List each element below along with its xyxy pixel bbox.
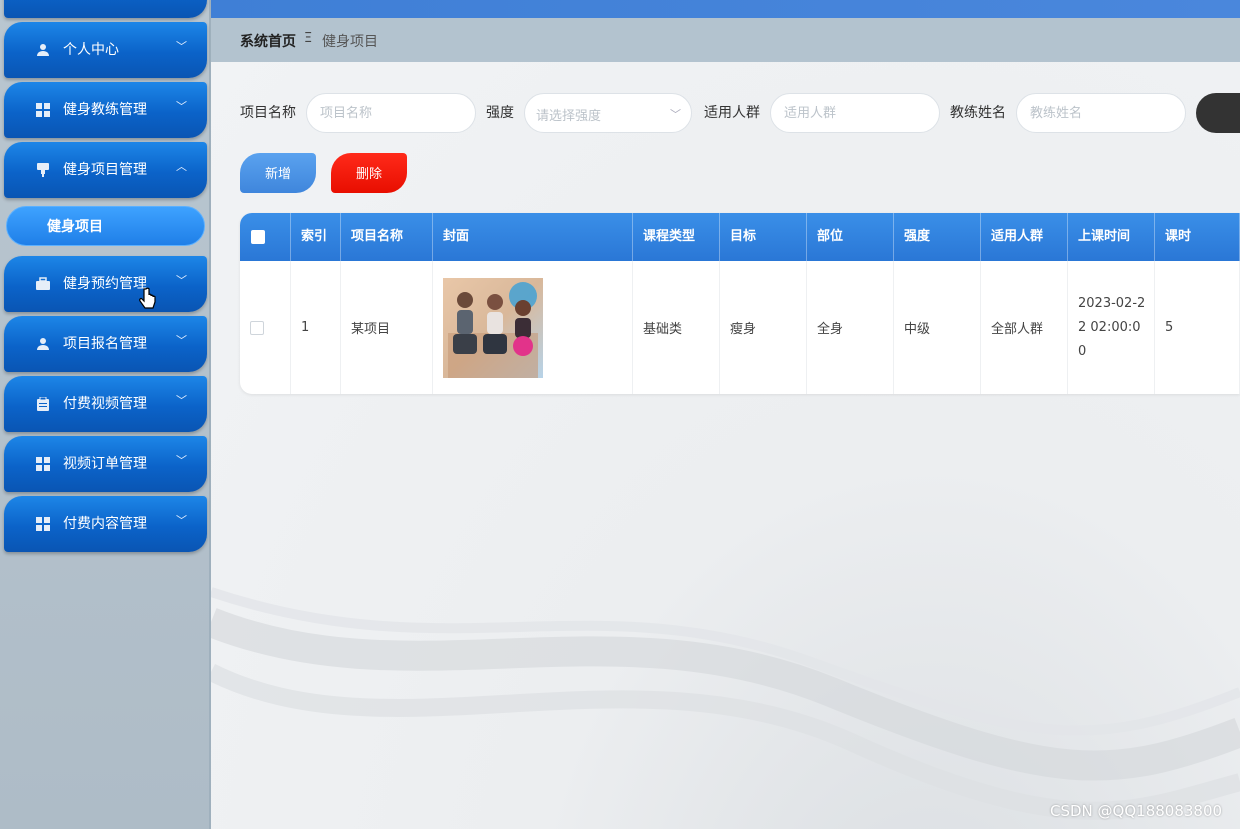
sidebar-item-label: 个人中心 bbox=[63, 42, 119, 58]
cell-project-name: 某项目 bbox=[341, 261, 433, 394]
select-all-checkbox[interactable] bbox=[251, 230, 265, 244]
cell-cover bbox=[433, 261, 633, 394]
podium-icon bbox=[35, 162, 51, 178]
sidebar-item-label: 健身项目管理 bbox=[63, 162, 147, 178]
breadcrumb-separator-icon: Ξ bbox=[304, 31, 313, 46]
briefcase-icon bbox=[35, 276, 51, 292]
header-goal: 目标 bbox=[720, 213, 807, 261]
chevron-down-icon: ﹀ bbox=[176, 514, 187, 527]
grid-icon bbox=[35, 456, 51, 472]
background-wave-decoration bbox=[211, 587, 1240, 820]
chevron-down-icon: ﹀ bbox=[176, 454, 187, 467]
header-cover: 封面 bbox=[433, 213, 633, 261]
cell-class-time: 2023-02-22 02:00:00 bbox=[1068, 261, 1155, 394]
target-crowd-label: 适用人群 bbox=[704, 105, 760, 121]
chevron-up-icon: ︿ bbox=[176, 160, 187, 173]
intensity-select-placeholder: 请选择强度 bbox=[536, 109, 602, 124]
delete-button[interactable]: 删除 bbox=[331, 153, 407, 193]
target-crowd-input[interactable] bbox=[770, 93, 940, 133]
project-name-input[interactable] bbox=[306, 93, 476, 133]
header-select-all[interactable] bbox=[240, 213, 291, 261]
chevron-down-icon: ﹀ bbox=[176, 100, 187, 113]
intensity-label: 强度 bbox=[486, 105, 514, 121]
add-button[interactable]: 新增 bbox=[240, 153, 316, 193]
chevron-down-icon: ﹀ bbox=[176, 334, 187, 347]
sidebar-item-paid-content-management[interactable]: 付费内容管理 ﹀ bbox=[4, 496, 207, 552]
row-checkbox-cell bbox=[240, 261, 291, 394]
row-checkbox[interactable] bbox=[250, 320, 264, 335]
clipboard-icon bbox=[35, 396, 51, 412]
sidebar-item-coach-management[interactable]: 健身教练管理 ﹀ bbox=[4, 82, 207, 138]
coach-name-input[interactable] bbox=[1016, 93, 1186, 133]
header-course-type: 课程类型 bbox=[633, 213, 720, 261]
watermark-text: CSDN @QQ188083800 bbox=[1050, 802, 1223, 820]
sidebar-item-project-management[interactable]: 健身项目管理 ︿ bbox=[4, 142, 207, 198]
grid-icon bbox=[35, 516, 51, 532]
sidebar-item-label: 付费内容管理 bbox=[63, 516, 147, 532]
cell-goal: 瘦身 bbox=[720, 261, 807, 394]
sidebar-item-paid-video-management[interactable]: 付费视频管理 ﹀ bbox=[4, 376, 207, 432]
cell-target-crowd: 全部人群 bbox=[981, 261, 1068, 394]
header-intensity: 强度 bbox=[894, 213, 981, 261]
breadcrumb-current: 健身项目 bbox=[322, 34, 378, 50]
grid-icon bbox=[35, 102, 51, 118]
header-class-time: 上课时间 bbox=[1068, 213, 1155, 261]
top-header-bar bbox=[211, 0, 1240, 18]
sidebar-item-label: 项目报名管理 bbox=[63, 336, 147, 352]
query-button[interactable]: 查询 bbox=[1196, 93, 1240, 133]
sidebar-item-video-order-management[interactable]: 视频订单管理 ﹀ bbox=[4, 436, 207, 492]
chevron-down-icon: ﹀ bbox=[670, 108, 681, 121]
cell-body-part: 全身 bbox=[807, 261, 894, 394]
sidebar-subitem-label: 健身项目 bbox=[47, 219, 103, 235]
sidebar-item-top[interactable] bbox=[4, 0, 207, 18]
project-table: 索引 项目名称 封面 课程类型 目标 部位 强度 适用人群 上课时间 课时 1 … bbox=[240, 213, 1240, 394]
cell-index: 1 bbox=[291, 261, 341, 394]
hand-cursor-icon bbox=[139, 287, 156, 309]
chevron-down-icon: ﹀ bbox=[176, 274, 187, 287]
sidebar-item-booking-management[interactable]: 健身预约管理 ﹀ bbox=[4, 256, 207, 312]
chevron-down-icon: ﹀ bbox=[176, 40, 187, 53]
sidebar-item-label: 视频订单管理 bbox=[63, 456, 147, 472]
cell-course-type: 基础类 bbox=[633, 261, 720, 394]
cell-class-hours: 5 bbox=[1155, 261, 1240, 394]
breadcrumb: 系统首页 Ξ 健身项目 bbox=[211, 18, 1240, 62]
sidebar-item-label: 付费视频管理 bbox=[63, 396, 147, 412]
sidebar-item-label: 健身预约管理 bbox=[63, 276, 147, 292]
sidebar: 个人中心 ﹀ 健身教练管理 ﹀ 健身项目管理 ︿ 健身项目 健身预约管理 ﹀ 项… bbox=[0, 0, 211, 829]
header-index: 索引 bbox=[291, 213, 341, 261]
sidebar-item-label: 健身教练管理 bbox=[63, 102, 147, 118]
header-class-hours: 课时 bbox=[1155, 213, 1240, 261]
sidebar-item-registration-management[interactable]: 项目报名管理 ﹀ bbox=[4, 316, 207, 372]
user-icon bbox=[35, 336, 51, 352]
breadcrumb-home[interactable]: 系统首页 bbox=[240, 31, 296, 51]
cover-image[interactable] bbox=[443, 277, 543, 378]
header-project-name: 项目名称 bbox=[341, 213, 433, 261]
table-header: 索引 项目名称 封面 课程类型 目标 部位 强度 适用人群 上课时间 课时 bbox=[240, 213, 1240, 261]
project-name-label: 项目名称 bbox=[240, 105, 296, 121]
header-body-part: 部位 bbox=[807, 213, 894, 261]
header-target-crowd: 适用人群 bbox=[981, 213, 1068, 261]
sidebar-subitem-fitness-project[interactable]: 健身项目 bbox=[6, 206, 205, 246]
intensity-select[interactable]: 请选择强度 ﹀ bbox=[524, 93, 692, 133]
coach-name-label: 教练姓名 bbox=[950, 105, 1006, 121]
user-icon bbox=[35, 42, 51, 58]
sidebar-item-personal-center[interactable]: 个人中心 ﹀ bbox=[4, 22, 207, 78]
cell-intensity: 中级 bbox=[894, 261, 981, 394]
chevron-down-icon: ﹀ bbox=[176, 394, 187, 407]
